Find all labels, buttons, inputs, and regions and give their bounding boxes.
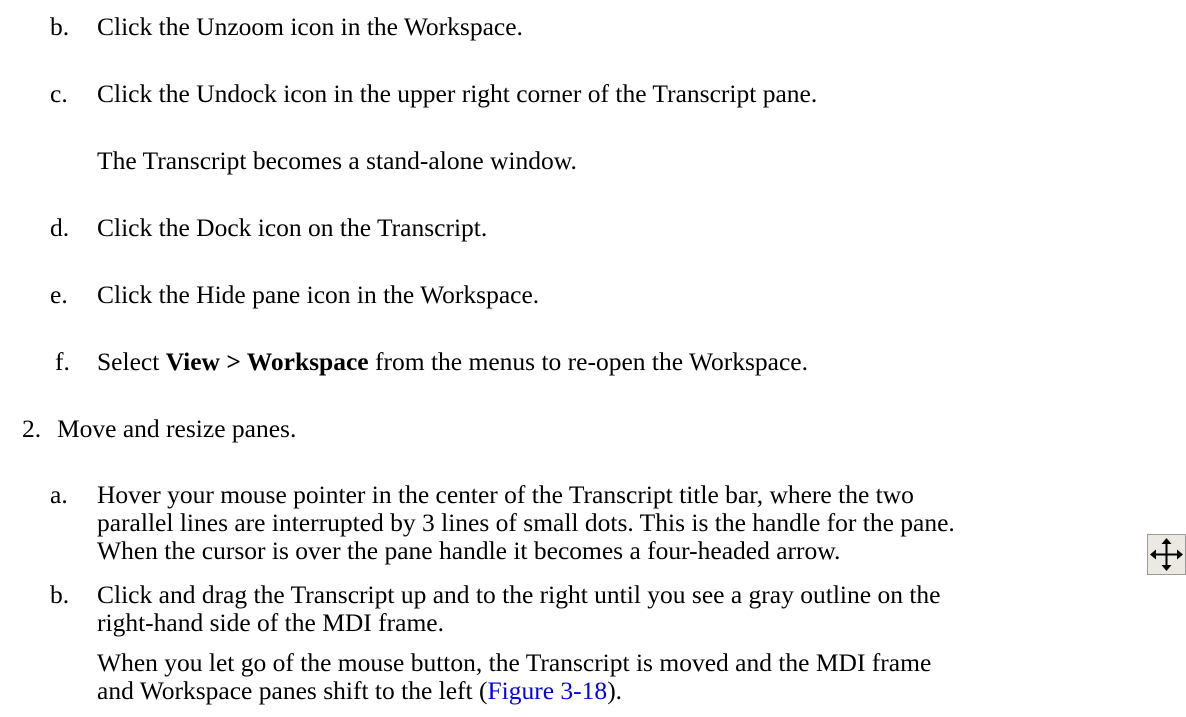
step-f-text-before: Select <box>97 347 166 376</box>
step-2a-line-1: Hover your mouse pointer in the center o… <box>97 480 914 509</box>
step-f-text-after: from the menus to re-open the Workspace. <box>368 347 808 376</box>
step-2a-line-3: When the cursor is over the pane handle … <box>97 536 841 565</box>
step-d-marker: d. <box>50 213 70 242</box>
menu-path: View > Workspace <box>165 347 369 376</box>
step-c-text: Click the Undock icon in the upper right… <box>97 79 818 108</box>
step-2b-result-line-1: When you let go of the mouse button, the… <box>97 648 932 677</box>
step-2b-marker: b. <box>50 580 70 609</box>
four-headed-arrow-icon <box>1147 534 1186 575</box>
step-f-text: Select View > Workspace from the menus t… <box>97 347 808 377</box>
step-f-marker: f. <box>55 347 70 376</box>
step-c-result: The Transcript becomes a stand-alone win… <box>97 146 577 175</box>
step-2a-line-2: parallel lines are interrupted by 3 line… <box>97 508 955 537</box>
step-e-text: Click the Hide pane icon in the Workspac… <box>97 280 540 309</box>
step-2-marker: 2. <box>22 414 42 443</box>
step-2-heading: Move and resize panes. <box>57 414 297 443</box>
figure-link[interactable]: Figure 3-18 <box>487 676 607 705</box>
step-2b-line-2: right-hand side of the MDI frame. <box>97 608 444 637</box>
step-b-text: Click the Unzoom icon in the Workspace. <box>97 12 523 41</box>
step-e-marker: e. <box>50 280 68 309</box>
step-2b-result-text: and Workspace panes shift to the left ( <box>97 676 488 705</box>
step-d-text: Click the Dock icon on the Transcript. <box>97 213 488 242</box>
step-2a-marker: a. <box>50 480 68 509</box>
step-2b-result-line-2: and Workspace panes shift to the left (F… <box>97 676 622 706</box>
step-c-marker: c. <box>50 79 68 108</box>
step-b-marker: b. <box>50 12 70 41</box>
step-2b-line-1: Click and drag the Transcript up and to … <box>97 580 941 609</box>
step-2b-result-end: ). <box>607 676 623 705</box>
